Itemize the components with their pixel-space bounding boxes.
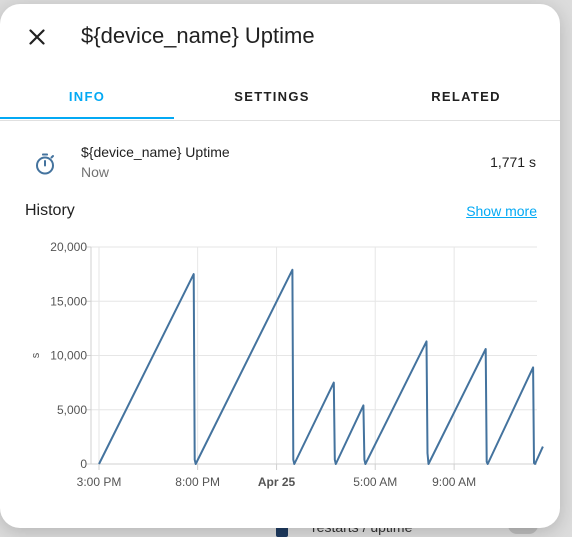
timer-outline-icon xyxy=(36,153,54,175)
history-chart: 0 5,000 10,000 15,000 20,000 3:00 PM 8:00 PM Ap… xyxy=(0,232,560,502)
entity-row: ${device_name} Uptime Now 1,771 s xyxy=(0,140,560,190)
tab-bar: INFO SETTINGS RELATED xyxy=(0,74,560,121)
close-icon xyxy=(29,29,45,45)
more-info-dialog: ${device_name} Uptime INFO SETTINGS RELA… xyxy=(0,4,560,528)
history-heading: History xyxy=(25,202,75,219)
tab-settings[interactable]: SETTINGS xyxy=(185,74,359,118)
x-tick-label: 8:00 PM xyxy=(175,475,220,489)
y-tick-label: 0 xyxy=(80,457,87,471)
history-chart-svg[interactable]: 0 5,000 10,000 15,000 20,000 3:00 PM 8:00 PM Ap… xyxy=(0,232,560,502)
entity-last-changed: Now xyxy=(81,164,110,180)
active-tab-indicator xyxy=(0,117,174,119)
entity-state-value: 1,771 s xyxy=(490,154,536,170)
y-axis-label: s xyxy=(30,352,42,358)
y-tick-label: 5,000 xyxy=(57,403,87,417)
close-button[interactable] xyxy=(20,20,54,54)
series-line xyxy=(98,268,544,465)
x-tick-label: 3:00 PM xyxy=(77,475,122,489)
entity-name: ${device_name} Uptime xyxy=(81,144,230,160)
y-tick-label: 15,000 xyxy=(50,294,87,308)
y-tick-label: 20,000 xyxy=(50,240,87,254)
dialog-title: ${device_name} Uptime xyxy=(81,23,315,48)
x-tick-label: Apr 25 xyxy=(258,475,296,489)
tab-info[interactable]: INFO xyxy=(0,74,174,118)
dialog-header: ${device_name} Uptime xyxy=(0,4,560,68)
show-more-link[interactable]: Show more xyxy=(466,203,537,219)
y-tick-label: 10,000 xyxy=(50,349,87,363)
x-tick-label: 5:00 AM xyxy=(353,475,397,489)
x-tick-label: 9:00 AM xyxy=(432,475,476,489)
tab-related[interactable]: RELATED xyxy=(379,74,553,118)
